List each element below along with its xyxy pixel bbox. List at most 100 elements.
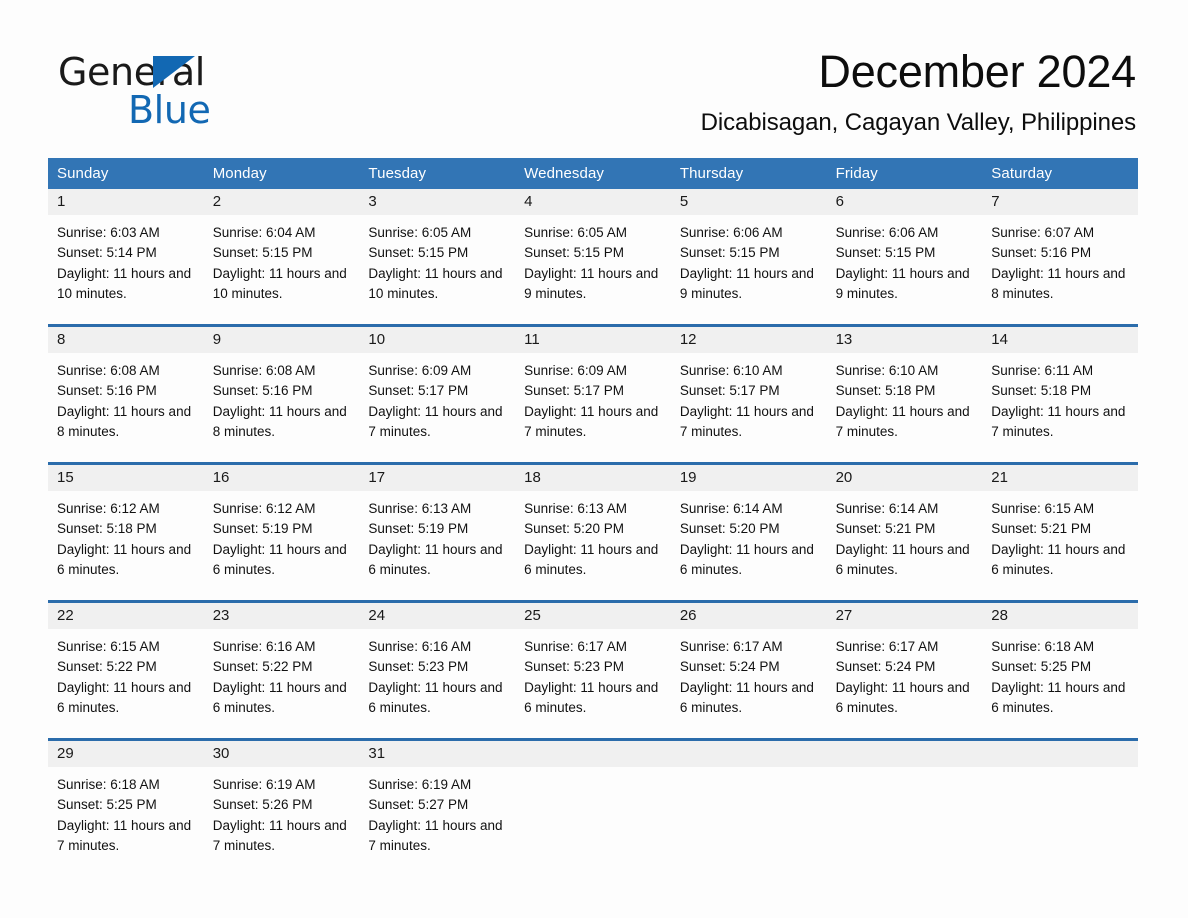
day-cell[interactable]: 10 Sunrise: 6:09 AM Sunset: 5:17 PM Dayl… [359, 327, 516, 449]
day-cell[interactable]: 18 Sunrise: 6:13 AM Sunset: 5:20 PM Dayl… [515, 465, 671, 587]
day-number: 28 [982, 603, 1138, 629]
sunset-text: Sunset: 5:27 PM [368, 797, 469, 813]
day-cell[interactable]: 7 Sunrise: 6:07 AM Sunset: 5:16 PM Dayli… [982, 189, 1138, 311]
day-number: 9 [203, 327, 360, 353]
day-cell[interactable]: 14 Sunrise: 6:11 AM Sunset: 5:18 PM Dayl… [982, 327, 1138, 449]
day-info: Sunrise: 6:16 AM Sunset: 5:22 PM Dayligh… [204, 629, 360, 718]
sunset-text: Sunset: 5:23 PM [524, 659, 624, 675]
day-cell[interactable]: 5 Sunrise: 6:06 AM Sunset: 5:15 PM Dayli… [670, 189, 827, 311]
sunrise-text: Sunrise: 6:03 AM [57, 225, 160, 240]
day-number: 5 [670, 189, 827, 215]
day-number: 16 [203, 465, 360, 491]
day-info: Sunrise: 6:03 AM Sunset: 5:14 PM Dayligh… [48, 215, 204, 304]
day-cell[interactable]: 3 Sunrise: 6:05 AM Sunset: 5:15 PM Dayli… [359, 189, 516, 311]
day-cell[interactable]: 20 Sunrise: 6:14 AM Sunset: 5:21 PM Dayl… [826, 465, 983, 587]
logo-text-blue: Blue [128, 88, 211, 132]
day-number: 14 [982, 327, 1138, 353]
day-cell-empty [670, 741, 827, 863]
logo-text-general: General [58, 50, 205, 94]
day-number: 17 [359, 465, 516, 491]
day-cell[interactable]: 8 Sunrise: 6:08 AM Sunset: 5:16 PM Dayli… [48, 327, 204, 449]
daylight-text: Daylight: 11 hours and 8 minutes. [212, 403, 347, 439]
day-cell[interactable]: 30 Sunrise: 6:19 AM Sunset: 5:26 PM Dayl… [203, 741, 360, 863]
daylight-text: Daylight: 11 hours and 6 minutes. [212, 679, 347, 715]
daylight-text: Daylight: 11 hours and 10 minutes. [368, 265, 503, 301]
day-cell[interactable]: 29 Sunrise: 6:18 AM Sunset: 5:25 PM Dayl… [48, 741, 204, 863]
day-info: Sunrise: 6:04 AM Sunset: 5:15 PM Dayligh… [204, 215, 360, 304]
sunset-text: Sunset: 5:18 PM [57, 521, 157, 537]
sunrise-text: Sunrise: 6:17 AM [679, 639, 783, 654]
daylight-text: Daylight: 11 hours and 9 minutes. [524, 265, 659, 301]
day-info: Sunrise: 6:10 AM Sunset: 5:18 PM Dayligh… [827, 353, 983, 442]
sunrise-text: Sunrise: 6:05 AM [368, 225, 472, 240]
day-number: 15 [48, 465, 204, 491]
day-number: 30 [203, 741, 360, 767]
day-cell[interactable]: 19 Sunrise: 6:14 AM Sunset: 5:20 PM Dayl… [670, 465, 827, 587]
day-number: 24 [359, 603, 516, 629]
sunset-text: Sunset: 5:26 PM [212, 797, 313, 813]
day-cell[interactable]: 17 Sunrise: 6:13 AM Sunset: 5:19 PM Dayl… [359, 465, 516, 587]
daylight-text: Daylight: 11 hours and 8 minutes. [57, 403, 192, 439]
day-cell[interactable]: 9 Sunrise: 6:08 AM Sunset: 5:16 PM Dayli… [203, 327, 360, 449]
day-info: Sunrise: 6:12 AM Sunset: 5:18 PM Dayligh… [48, 491, 204, 580]
sunset-text: Sunset: 5:24 PM [679, 659, 780, 675]
day-cell-empty [982, 741, 1138, 863]
day-cell[interactable]: 27 Sunrise: 6:17 AM Sunset: 5:24 PM Dayl… [826, 603, 983, 725]
daylight-text: Daylight: 11 hours and 6 minutes. [679, 541, 814, 577]
daylight-text: Daylight: 11 hours and 8 minutes. [991, 265, 1126, 301]
day-number: 2 [203, 189, 360, 215]
week-row: 29 Sunrise: 6:18 AM Sunset: 5:25 PM Dayl… [48, 738, 1138, 863]
day-cell[interactable]: 4 Sunrise: 6:05 AM Sunset: 5:15 PM Dayli… [515, 189, 671, 311]
day-number: 31 [359, 741, 516, 767]
day-cell[interactable]: 23 Sunrise: 6:16 AM Sunset: 5:22 PM Dayl… [203, 603, 360, 725]
sunrise-text: Sunrise: 6:09 AM [524, 363, 627, 378]
sunset-text: Sunset: 5:16 PM [212, 383, 313, 399]
general-blue-logo[interactable]: General Blue [58, 52, 358, 136]
daylight-text: Daylight: 11 hours and 6 minutes. [835, 679, 970, 715]
day-number: 29 [48, 741, 204, 767]
day-number: 19 [670, 465, 827, 491]
sunset-text: Sunset: 5:19 PM [368, 521, 469, 537]
week-row: 1 Sunrise: 6:03 AM Sunset: 5:14 PM Dayli… [48, 189, 1138, 311]
sunrise-text: Sunrise: 6:12 AM [57, 501, 160, 516]
weekday-wednesday: Wednesday [524, 165, 604, 182]
sunset-text: Sunset: 5:17 PM [524, 383, 624, 399]
sunrise-text: Sunrise: 6:11 AM [991, 363, 1094, 378]
day-cell[interactable]: 6 Sunrise: 6:06 AM Sunset: 5:15 PM Dayli… [826, 189, 983, 311]
sunset-text: Sunset: 5:14 PM [57, 245, 157, 261]
day-cell[interactable]: 22 Sunrise: 6:15 AM Sunset: 5:22 PM Dayl… [48, 603, 204, 725]
sunset-text: Sunset: 5:22 PM [57, 659, 157, 675]
sunset-text: Sunset: 5:24 PM [835, 659, 936, 675]
day-number: 10 [359, 327, 516, 353]
day-cell[interactable]: 11 Sunrise: 6:09 AM Sunset: 5:17 PM Dayl… [515, 327, 671, 449]
daylight-text: Daylight: 11 hours and 7 minutes. [212, 817, 347, 853]
day-cell[interactable]: 13 Sunrise: 6:10 AM Sunset: 5:18 PM Dayl… [826, 327, 983, 449]
day-cell[interactable]: 16 Sunrise: 6:12 AM Sunset: 5:19 PM Dayl… [203, 465, 360, 587]
day-info: Sunrise: 6:08 AM Sunset: 5:16 PM Dayligh… [48, 353, 204, 442]
day-cell[interactable]: 31 Sunrise: 6:19 AM Sunset: 5:27 PM Dayl… [359, 741, 516, 863]
daylight-text: Daylight: 11 hours and 7 minutes. [368, 403, 503, 439]
day-cell[interactable]: 26 Sunrise: 6:17 AM Sunset: 5:24 PM Dayl… [670, 603, 827, 725]
daylight-text: Daylight: 11 hours and 6 minutes. [835, 541, 970, 577]
day-info: Sunrise: 6:05 AM Sunset: 5:15 PM Dayligh… [359, 215, 515, 304]
day-cell-empty [515, 741, 671, 863]
sunset-text: Sunset: 5:21 PM [991, 521, 1092, 537]
day-cell[interactable]: 25 Sunrise: 6:17 AM Sunset: 5:23 PM Dayl… [515, 603, 671, 725]
triangle-icon [153, 56, 195, 88]
day-cell[interactable]: 24 Sunrise: 6:16 AM Sunset: 5:23 PM Dayl… [359, 603, 516, 725]
day-number: 25 [515, 603, 671, 629]
sunrise-text: Sunrise: 6:05 AM [524, 225, 627, 240]
day-cell[interactable]: 2 Sunrise: 6:04 AM Sunset: 5:15 PM Dayli… [203, 189, 360, 311]
day-number: 4 [515, 189, 671, 215]
day-number: 3 [359, 189, 516, 215]
day-cell[interactable]: 28 Sunrise: 6:18 AM Sunset: 5:25 PM Dayl… [982, 603, 1138, 725]
day-cell[interactable]: 12 Sunrise: 6:10 AM Sunset: 5:17 PM Dayl… [670, 327, 827, 449]
day-cell[interactable]: 21 Sunrise: 6:15 AM Sunset: 5:21 PM Dayl… [982, 465, 1138, 587]
day-number [515, 741, 671, 767]
sunrise-text: Sunrise: 6:09 AM [368, 363, 472, 378]
daylight-text: Daylight: 11 hours and 6 minutes. [524, 541, 659, 577]
day-cell[interactable]: 1 Sunrise: 6:03 AM Sunset: 5:14 PM Dayli… [48, 189, 204, 311]
title-block: December 2024 Dicabisagan, Cagayan Valle… [396, 46, 1137, 138]
sunrise-text: Sunrise: 6:16 AM [368, 639, 472, 654]
day-cell[interactable]: 15 Sunrise: 6:12 AM Sunset: 5:18 PM Dayl… [48, 465, 204, 587]
